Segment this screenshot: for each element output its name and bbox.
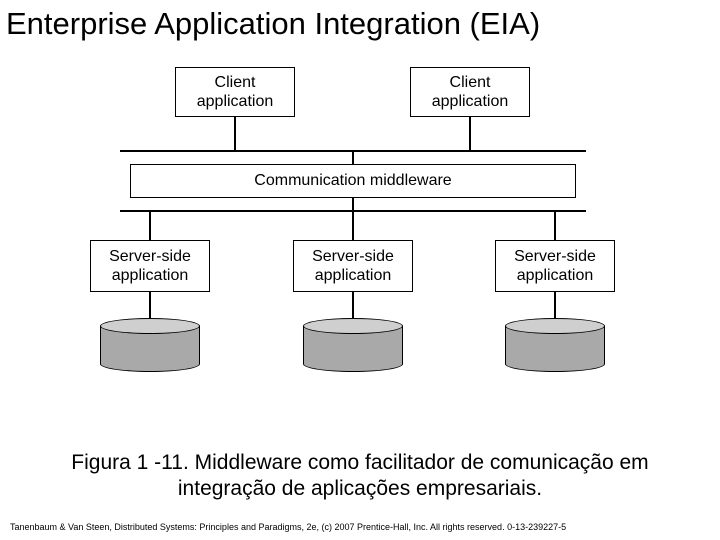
server-app-label: Server-side application [514, 247, 596, 285]
database-icon [505, 318, 605, 372]
connector-line [149, 212, 151, 240]
connector-line [554, 292, 556, 320]
slide: Enterprise Application Integration (EIA)… [0, 0, 720, 540]
text: Server-side [109, 248, 191, 265]
server-app-box: Server-side application [293, 240, 413, 292]
connector-line [352, 198, 354, 210]
server-app-box: Server-side application [495, 240, 615, 292]
credit-line: Tanenbaum & Van Steen, Distributed Syste… [10, 522, 566, 532]
client-app-box: Client application [175, 67, 295, 117]
text: application [432, 93, 509, 110]
page-title: Enterprise Application Integration (EIA) [6, 6, 714, 42]
caption-line: Figura 1 -11. Middleware como facilitado… [71, 451, 648, 474]
database-icon [303, 318, 403, 372]
connector-line [352, 152, 354, 164]
text: application [112, 267, 189, 284]
text: Client [215, 74, 256, 91]
connector-line [352, 212, 354, 240]
text: Server-side [312, 248, 394, 265]
client-app-label: Client application [432, 73, 509, 111]
server-app-label: Server-side application [312, 247, 394, 285]
middleware-box: Communication middleware [130, 164, 576, 198]
database-icon [100, 318, 200, 372]
figure-caption: Figura 1 -11. Middleware como facilitado… [20, 450, 700, 503]
text: application [197, 93, 274, 110]
connector-line [234, 117, 236, 150]
client-app-box: Client application [410, 67, 530, 117]
middleware-label: Communication middleware [254, 171, 451, 190]
text: Client [450, 74, 491, 91]
connector-line [554, 212, 556, 240]
caption-line: integração de aplicações empresariais. [178, 477, 542, 500]
connector-line [149, 292, 151, 320]
connector-line [352, 292, 354, 320]
diagram: Client application Client application Co… [70, 62, 650, 422]
server-app-box: Server-side application [90, 240, 210, 292]
text: Server-side [514, 248, 596, 265]
text: application [517, 267, 594, 284]
text: application [315, 267, 392, 284]
server-app-label: Server-side application [109, 247, 191, 285]
client-app-label: Client application [197, 73, 274, 111]
connector-line [469, 117, 471, 150]
